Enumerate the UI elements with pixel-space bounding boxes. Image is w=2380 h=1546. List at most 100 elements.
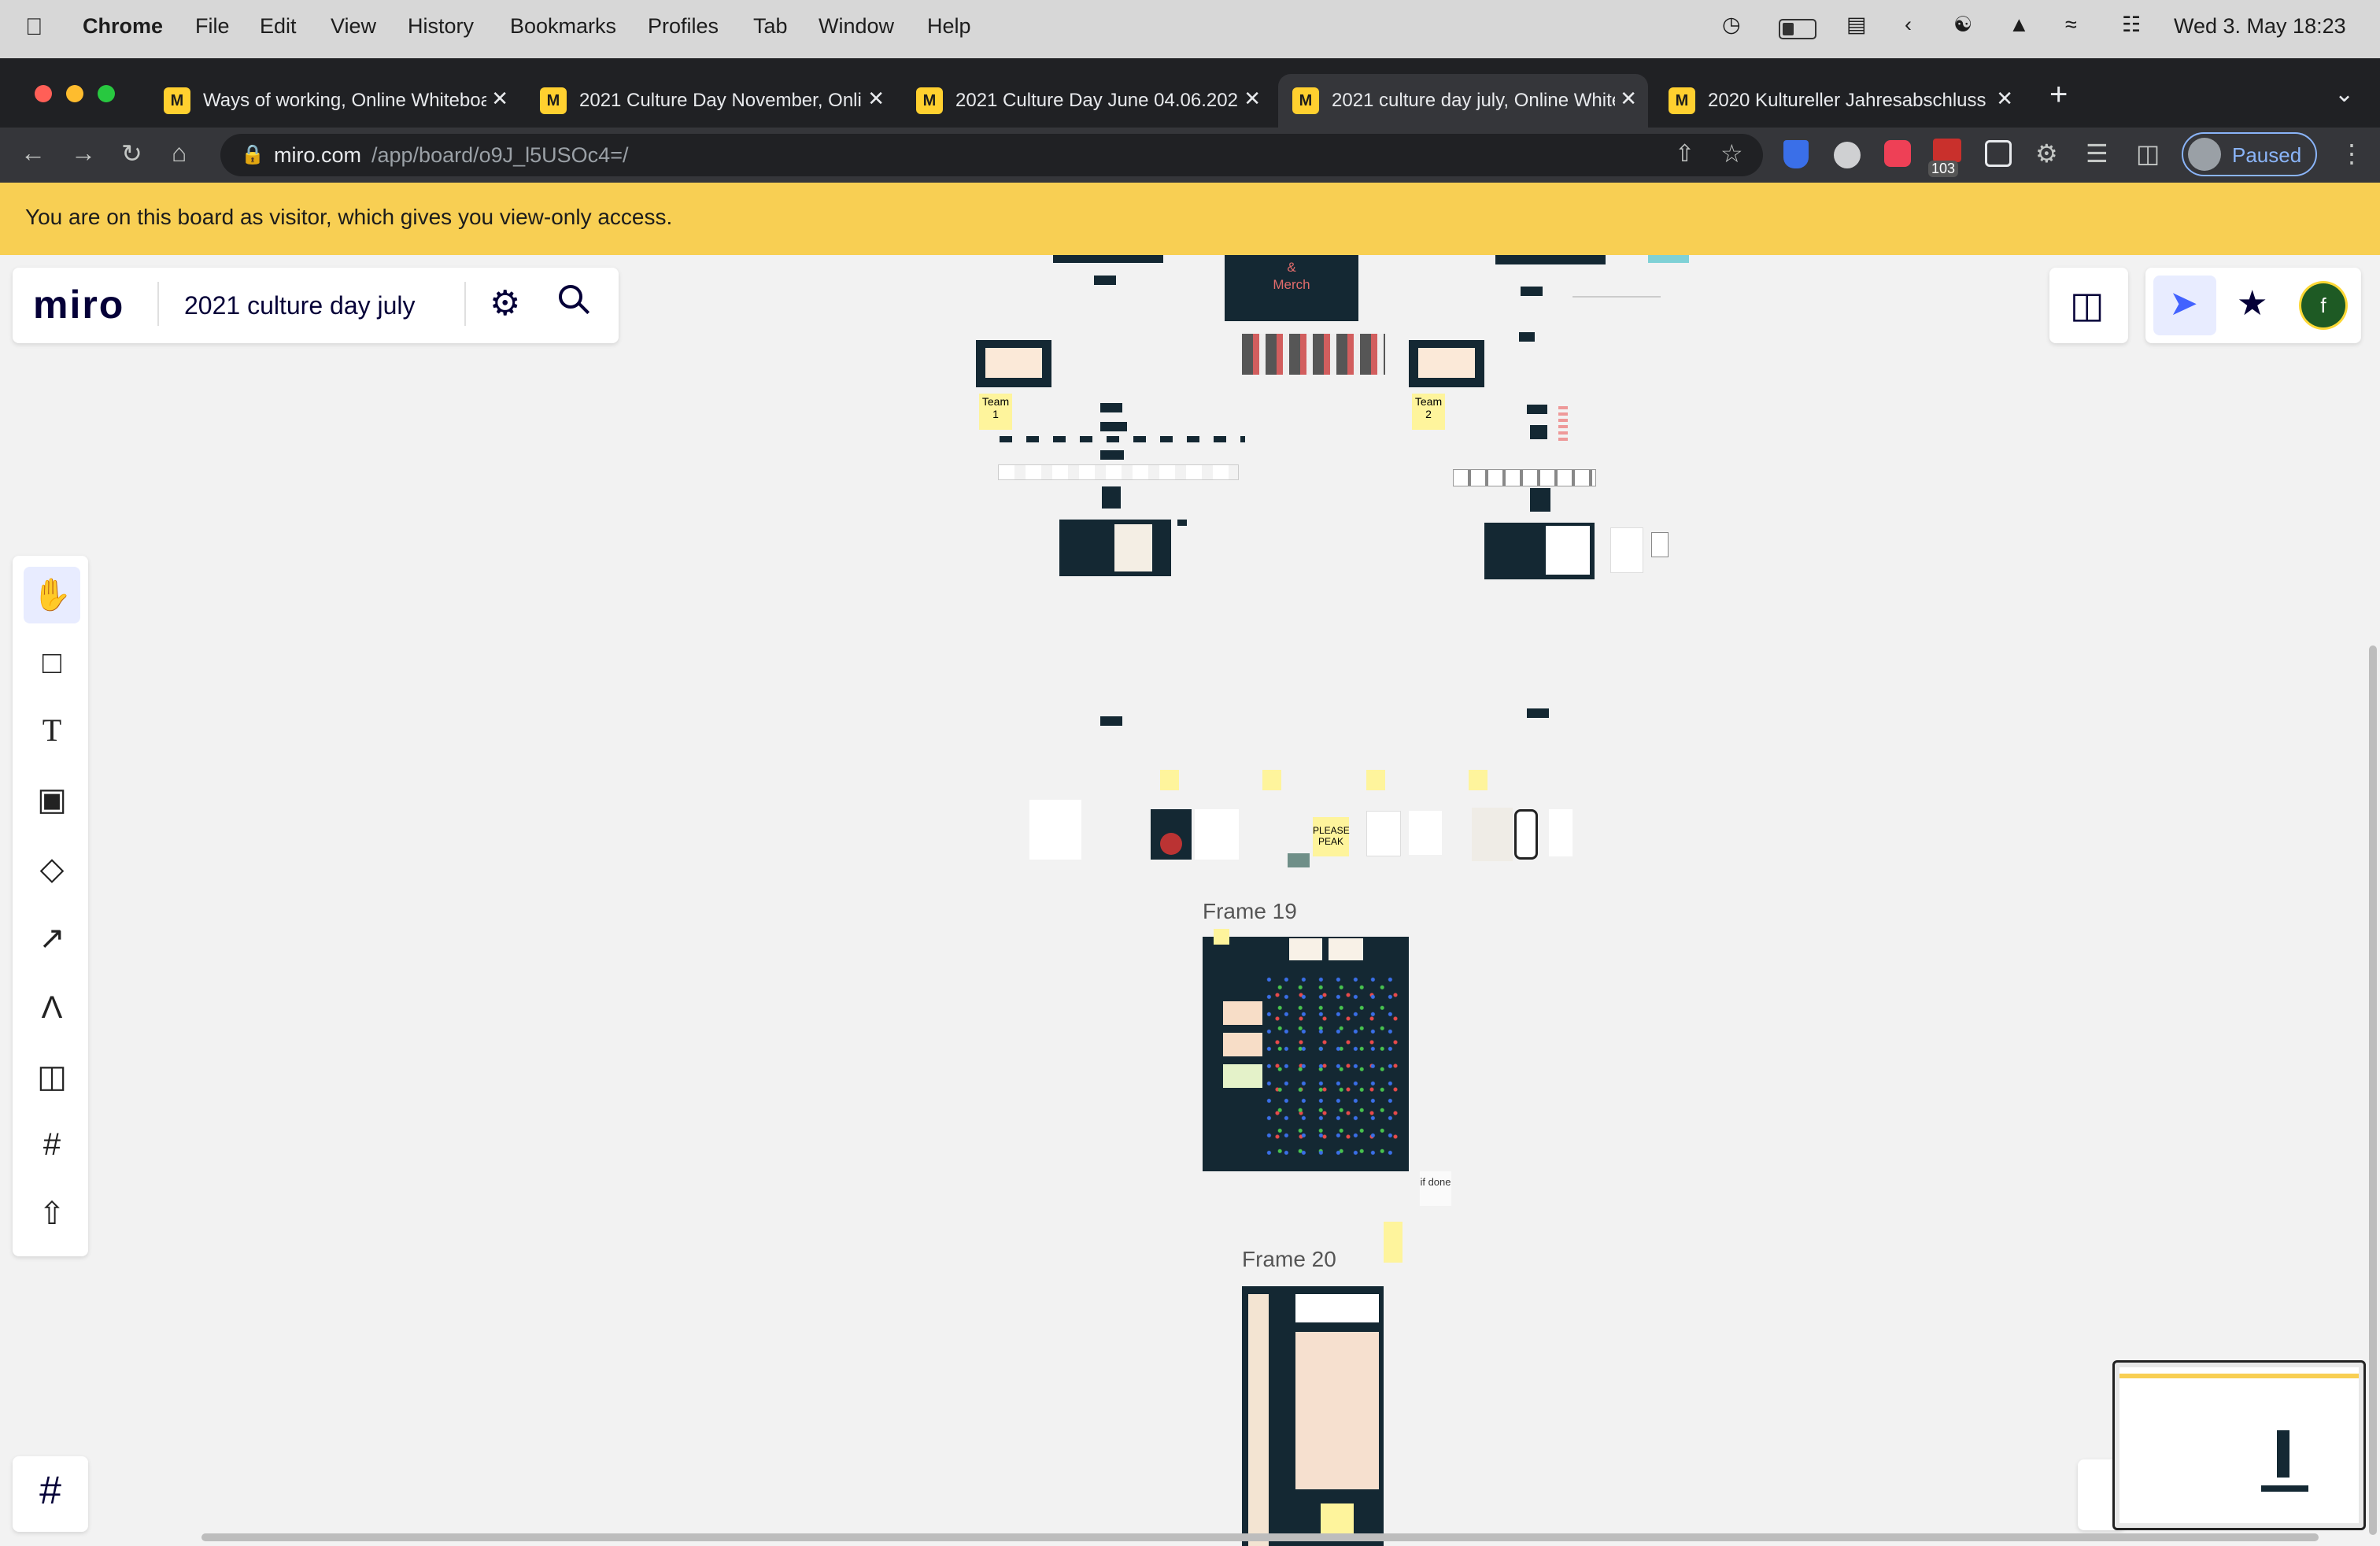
template-icon[interactable]: ◫ [24, 1049, 80, 1105]
shapes-icon[interactable]: ◫ [2070, 283, 2104, 326]
team2-sticky: Team 2 [1412, 394, 1445, 430]
tab-kultureller-jahresabschluss[interactable]: M 2020 Kultureller Jahresabschluss ✕ [1654, 74, 2024, 128]
board-label [1102, 486, 1121, 509]
sticky-icon[interactable]: ▣ [24, 771, 80, 828]
image-card [1549, 809, 1572, 856]
tab-title: 2021 culture day july, Online Whiteboard [1332, 90, 1615, 111]
image-card [1195, 809, 1239, 860]
image-card [1288, 853, 1310, 867]
tab-ways-of-working[interactable]: M Ways of working, Online Whiteboard ✕ [150, 74, 519, 128]
miro-favicon-icon: M [916, 87, 943, 114]
board-title[interactable]: 2021 culture day july [184, 291, 416, 320]
menu-view[interactable]: View [331, 14, 376, 39]
lock-icon: 🔒 [241, 144, 264, 165]
miro-logo[interactable]: miro [33, 282, 124, 327]
tab-title: Ways of working, Online Whiteboard [203, 90, 486, 111]
tab-culture-day-november[interactable]: M 2021 Culture Day November, Online ✕ [526, 74, 896, 128]
menu-profiles[interactable]: Profiles [648, 14, 719, 39]
tab-close-icon[interactable]: ✕ [1620, 87, 1637, 111]
menu-tab[interactable]: Tab [753, 14, 788, 39]
tab-close-icon[interactable]: ✕ [1996, 87, 2013, 111]
vertical-scrollbar[interactable] [2369, 645, 2377, 1535]
profile-status: Paused [2232, 143, 2302, 167]
frame-icon[interactable]: # [24, 1116, 80, 1173]
back-icon[interactable]: ← [20, 139, 46, 168]
frame20[interactable] [1242, 1286, 1384, 1546]
extensions-icon[interactable]: ⚙ [2035, 139, 2058, 168]
address-bar[interactable]: 🔒 miro.com /app/board/o9J_l5USOc4=/ ⇧ ☆ [220, 134, 1763, 176]
frames-button[interactable]: # [13, 1456, 88, 1532]
menu-help[interactable]: Help [927, 14, 971, 39]
header-divider [157, 282, 159, 326]
board-label [1530, 425, 1547, 439]
miro-favicon-icon: M [1669, 87, 1695, 114]
reload-icon[interactable]: ↻ [121, 139, 142, 168]
board-label [1527, 405, 1547, 414]
settings-icon[interactable]: ⚙ [490, 283, 520, 324]
phone-mockup [1514, 809, 1538, 860]
control-center-icon[interactable]: ☷ [2122, 13, 2141, 37]
note-card [1289, 938, 1322, 960]
home-icon[interactable]: ⌂ [172, 139, 187, 168]
miro-favicon-icon: M [540, 87, 567, 114]
hand-icon[interactable]: ✋ [24, 567, 80, 623]
shape-icon[interactable]: ◇ [24, 841, 80, 897]
board-scribble [1558, 405, 1568, 441]
extension-box-icon[interactable] [1985, 140, 2012, 167]
battery-icon[interactable] [1779, 19, 1816, 39]
frame19-label[interactable]: Frame 19 [1203, 899, 1297, 924]
wifi-icon[interactable]: ≈ [2065, 13, 2077, 37]
user-avatar[interactable]: f [2301, 283, 2345, 327]
tab-culture-day-july[interactable]: M 2021 culture day july, Online Whiteboa… [1278, 74, 1648, 128]
apple-icon[interactable]:  [25, 14, 43, 41]
sticky-note [1214, 929, 1229, 945]
text-icon[interactable]: T [24, 702, 80, 759]
pen-icon[interactable]: Λ [24, 979, 80, 1036]
minimap[interactable] [2112, 1360, 2366, 1530]
miro-favicon-icon: M [1292, 87, 1319, 114]
menu-bookmarks[interactable]: Bookmarks [510, 14, 616, 39]
history-icon[interactable]: ◷ [1722, 13, 1741, 37]
comment-icon[interactable]: □ [24, 634, 80, 691]
pocket-icon[interactable] [1884, 140, 1911, 167]
chevron-left-icon[interactable]: ‹ [1905, 13, 1912, 37]
share-icon[interactable]: ⇧ [1675, 140, 1694, 168]
menu-file[interactable]: File [195, 14, 230, 39]
board-canvas[interactable]: & Merch Team 1 Team 2 PLEASE PEAK Frame … [0, 255, 2380, 1546]
tab-search-icon[interactable]: ⌄ [2334, 80, 2354, 108]
menu-icon[interactable]: ⋮ [2339, 139, 2364, 168]
menu-history[interactable]: History [408, 14, 474, 39]
menu-window[interactable]: Window [819, 14, 894, 39]
star-icon[interactable]: ☆ [1720, 139, 1743, 168]
tab-close-icon[interactable]: ✕ [1244, 87, 1261, 111]
close-window-button[interactable] [35, 85, 52, 102]
tab-close-icon[interactable]: ✕ [491, 87, 508, 111]
tab-close-icon[interactable]: ✕ [867, 87, 885, 111]
extension-badge-count: 103 [1928, 161, 1959, 177]
bitwarden-icon[interactable] [1783, 140, 1809, 168]
side-panel-icon[interactable]: ◫ [2136, 139, 2160, 168]
display-icon[interactable]: ▤ [1846, 13, 1867, 37]
tab-culture-day-june[interactable]: M 2021 Culture Day June 04.06.2021 ✕ [902, 74, 1272, 128]
team1-sticky: Team 1 [979, 394, 1012, 430]
minimize-window-button[interactable] [66, 85, 83, 102]
extension-badge-icon[interactable] [1933, 139, 1961, 162]
reading-list-icon[interactable]: ☰ [2086, 139, 2108, 168]
reaction-icon[interactable]: ★ [2237, 283, 2267, 324]
arrow-icon[interactable]: ↗ [24, 910, 80, 967]
accessibility-icon[interactable]: ☯ [1953, 13, 1972, 37]
forward-icon[interactable]: → [71, 139, 96, 168]
vpn-icon[interactable]: ▲ [2009, 13, 2030, 37]
frame19[interactable] [1203, 929, 1409, 1171]
menu-edit[interactable]: Edit [260, 14, 297, 39]
menu-datetime[interactable]: Wed 3. May 18:23 [2174, 14, 2346, 39]
menu-app-name[interactable]: Chrome [83, 14, 163, 39]
horizontal-scrollbar[interactable] [201, 1533, 2319, 1541]
board-header: miro 2021 culture day july ⚙ [13, 268, 619, 343]
upload-icon[interactable]: ⇧ [24, 1185, 80, 1242]
frame20-label[interactable]: Frame 20 [1242, 1247, 1336, 1272]
zoom-window-button[interactable] [98, 85, 115, 102]
new-tab-icon[interactable]: + [2049, 77, 2068, 113]
extension-mask-icon[interactable] [1834, 142, 1861, 168]
profile-paused-button[interactable]: Paused [2182, 132, 2317, 176]
